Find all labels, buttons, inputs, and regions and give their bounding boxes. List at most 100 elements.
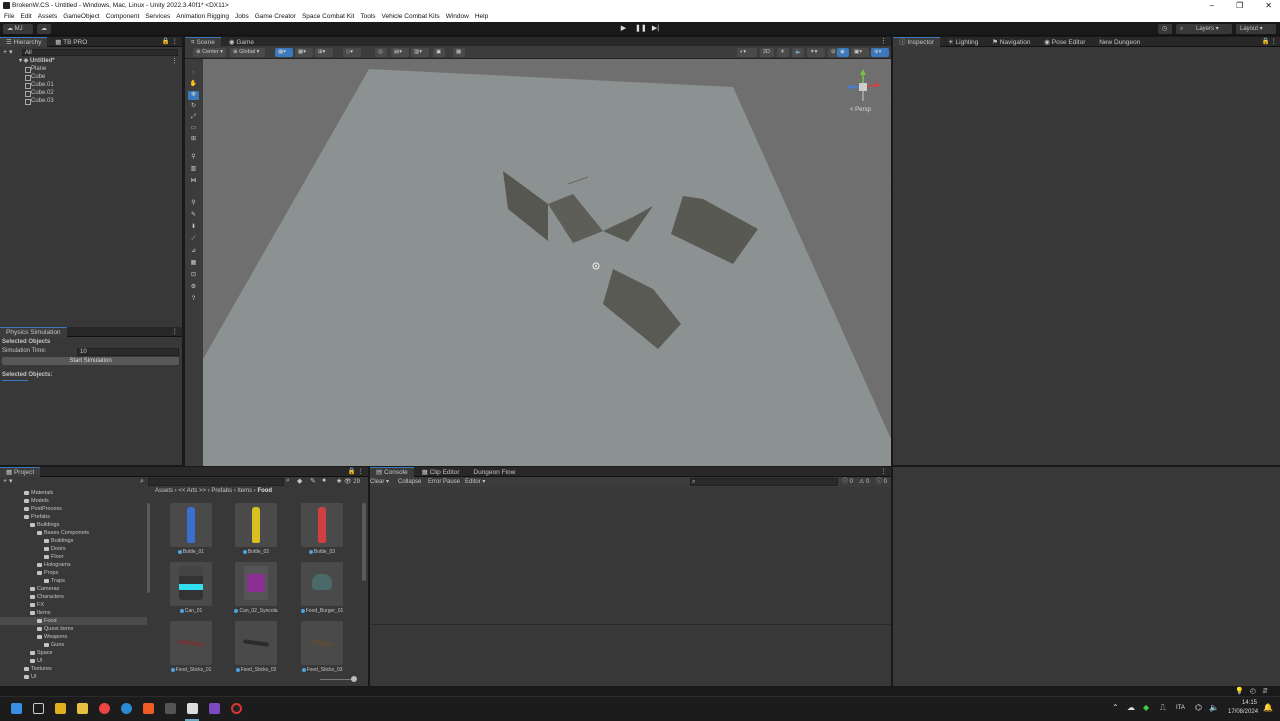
folder-item[interactable]: Guns xyxy=(43,641,64,649)
close-button[interactable]: ✕ xyxy=(1265,0,1272,11)
tab-inspector[interactable]: ⓘ Inspector xyxy=(893,37,941,47)
console-search-input[interactable] xyxy=(690,478,838,486)
view-tool-icon[interactable]: ◌ xyxy=(188,69,199,78)
audio-icon[interactable]: 🔈 xyxy=(792,48,804,57)
lighting-icon[interactable]: ☀ xyxy=(777,48,789,57)
project-search-input[interactable] xyxy=(148,478,284,486)
breadcrumb-food[interactable]: Food xyxy=(257,488,272,494)
menu-component[interactable]: Component xyxy=(106,11,140,22)
asset-bottle-03[interactable]: Bottle_03 xyxy=(294,503,350,563)
clock-time[interactable]: 14:15 xyxy=(1242,700,1257,706)
measure-icon[interactable]: ⊿ xyxy=(188,247,199,256)
warning-count-toggle[interactable]: ⚠ 0 xyxy=(859,477,869,487)
gizmos-icon[interactable]: ⊕▾ xyxy=(871,48,889,57)
grid-tool-icon[interactable]: ▦ xyxy=(188,259,199,268)
tab-new-dungeon[interactable]: New Dungeon xyxy=(1093,38,1146,48)
collapse-button[interactable]: Collapse xyxy=(398,477,421,487)
menu-file[interactable]: File xyxy=(4,11,14,22)
rotate-icon[interactable]: ↻ xyxy=(188,102,199,111)
sync-icon[interactable]: ⇵ xyxy=(1262,687,1268,695)
language-indicator[interactable]: ITA xyxy=(1176,705,1185,711)
frame-tool-icon[interactable]: ⊡ xyxy=(188,271,199,280)
tab-lighting[interactable]: ☀ Lighting xyxy=(942,38,984,48)
folder-item[interactable]: Characters xyxy=(30,593,64,601)
help-icon[interactable]: ? xyxy=(188,295,199,304)
tab-physics-simulation[interactable]: Physics Simulation xyxy=(0,327,67,337)
notifications-icon[interactable]: 🔔 xyxy=(1263,703,1273,712)
folder-item[interactable]: Items xyxy=(29,609,50,617)
folder-item[interactable]: PostProcess xyxy=(24,505,62,513)
console-menu-icon[interactable]: ⋮ xyxy=(881,467,888,477)
onedrive-icon[interactable]: ☁ xyxy=(1127,703,1135,712)
unity-taskbar-icon[interactable] xyxy=(187,703,198,714)
hierarchy-item-cube[interactable]: Cube xyxy=(24,73,45,81)
favorite-icon[interactable]: ★ xyxy=(336,477,342,485)
network-icon[interactable]: ⌬ xyxy=(1195,703,1202,712)
chrome-icon[interactable] xyxy=(99,703,110,714)
filter-label-icon[interactable]: ◆ xyxy=(297,477,302,485)
project-add-icon[interactable]: + ▾ xyxy=(3,477,13,485)
folder-item[interactable]: Materials xyxy=(23,489,53,497)
breadcrumb-prefabs[interactable]: Prefabs xyxy=(211,488,232,494)
inspector-menu-icon[interactable]: ⋮ xyxy=(1271,37,1278,47)
snap-icon[interactable]: ⊞▾ xyxy=(315,48,333,57)
folder-item[interactable]: Doors xyxy=(44,545,66,553)
tab-navigation[interactable]: ⚑ Navigation xyxy=(986,38,1036,48)
projection-label[interactable]: < Persp xyxy=(850,107,871,113)
start-simulation-button[interactable]: Start Simulation xyxy=(2,357,179,365)
tab-hierarchy[interactable]: ☰ Hierarchy xyxy=(0,37,48,47)
menu-vehicle-combat-kits[interactable]: Vehicle Combat Kits xyxy=(382,11,440,22)
hierarchy-item-plane[interactable]: Plane xyxy=(24,65,46,73)
menu-jobs[interactable]: Jobs xyxy=(235,11,249,22)
clock-date[interactable]: 17/08/2024 xyxy=(1228,709,1258,715)
obs-icon[interactable] xyxy=(231,703,242,714)
editor-dropdown[interactable]: Editor ▾ xyxy=(465,477,485,487)
zoom-slider-handle[interactable] xyxy=(351,676,357,682)
drop-icon[interactable]: ⬇ xyxy=(188,223,199,232)
shading-mode-icon[interactable]: ◐▾ xyxy=(737,48,757,57)
folder-item[interactable]: Quest items xyxy=(36,625,73,633)
space-dropdown[interactable]: ⊕ Global ▾ xyxy=(230,48,265,57)
layers-dropdown[interactable]: Layers ▾ xyxy=(1192,24,1232,34)
folder-item[interactable]: Textures xyxy=(24,665,52,673)
tab-console[interactable]: ▤ Console xyxy=(370,467,414,477)
task-view-icon[interactable] xyxy=(33,703,44,714)
tab-project[interactable]: ▦ Project xyxy=(0,467,41,477)
scene-menu-icon[interactable]: ⋮ xyxy=(171,57,178,65)
asset-bottle-01[interactable]: Bottle_01 xyxy=(163,503,219,563)
folder-item[interactable]: Cameras xyxy=(29,585,59,593)
assets-scrollbar[interactable] xyxy=(362,503,366,581)
layout-dropdown[interactable]: Layout ▾ xyxy=(1236,24,1276,34)
orientation-gizmo[interactable] xyxy=(843,67,883,107)
grid-icon[interactable]: ▦▾ xyxy=(295,48,313,57)
render-mode-icon[interactable]: ◎ xyxy=(375,48,387,57)
menu-help[interactable]: Help xyxy=(475,11,488,22)
folder-item[interactable]: Weapons xyxy=(36,633,67,641)
scene-viewport[interactable]: < Persp xyxy=(203,59,891,466)
tray-app-icon[interactable]: ◆ xyxy=(1143,703,1149,712)
maximize-button[interactable]: ❐ xyxy=(1236,0,1243,11)
asset-bottle-02[interactable]: Bottle_02 xyxy=(228,503,284,563)
menu-space-combat-kit[interactable]: Space Combat Kit xyxy=(302,11,354,22)
progress-icon[interactable]: ◴ xyxy=(1250,687,1256,695)
menu-game-creator[interactable]: Game Creator xyxy=(255,11,296,22)
move-icon[interactable]: ✥ xyxy=(188,91,199,100)
clear-button[interactable]: Clear ▾ xyxy=(370,477,389,487)
folder-item[interactable]: UI xyxy=(30,657,43,665)
history-icon[interactable]: ◷ xyxy=(1158,24,1172,34)
light-bulb-icon[interactable]: 💡 xyxy=(1235,687,1244,695)
minimize-button[interactable]: – xyxy=(1210,0,1214,11)
pause-icon[interactable]: ❚❚ xyxy=(635,25,647,33)
transform-icon[interactable]: ⊞ xyxy=(188,135,199,144)
lock-icon[interactable]: 🔒 xyxy=(162,37,170,47)
error-pause-button[interactable]: Error Pause xyxy=(428,477,460,487)
scene-menu-button[interactable]: ⋮ xyxy=(880,37,887,45)
paint-icon[interactable]: ✎ xyxy=(188,211,199,220)
folder-item[interactable]: Buildings xyxy=(43,537,73,545)
line-icon[interactable]: ⟋ xyxy=(188,235,199,244)
tab-tb-pro[interactable]: ▦ TB PRO xyxy=(49,38,93,48)
2d-toggle[interactable]: 2D xyxy=(760,48,774,57)
project-lock-icon[interactable]: 🔒 xyxy=(348,467,356,477)
overlay-icon[interactable]: ▥▾ xyxy=(411,48,429,57)
folder-item[interactable]: Buildings xyxy=(29,521,59,529)
